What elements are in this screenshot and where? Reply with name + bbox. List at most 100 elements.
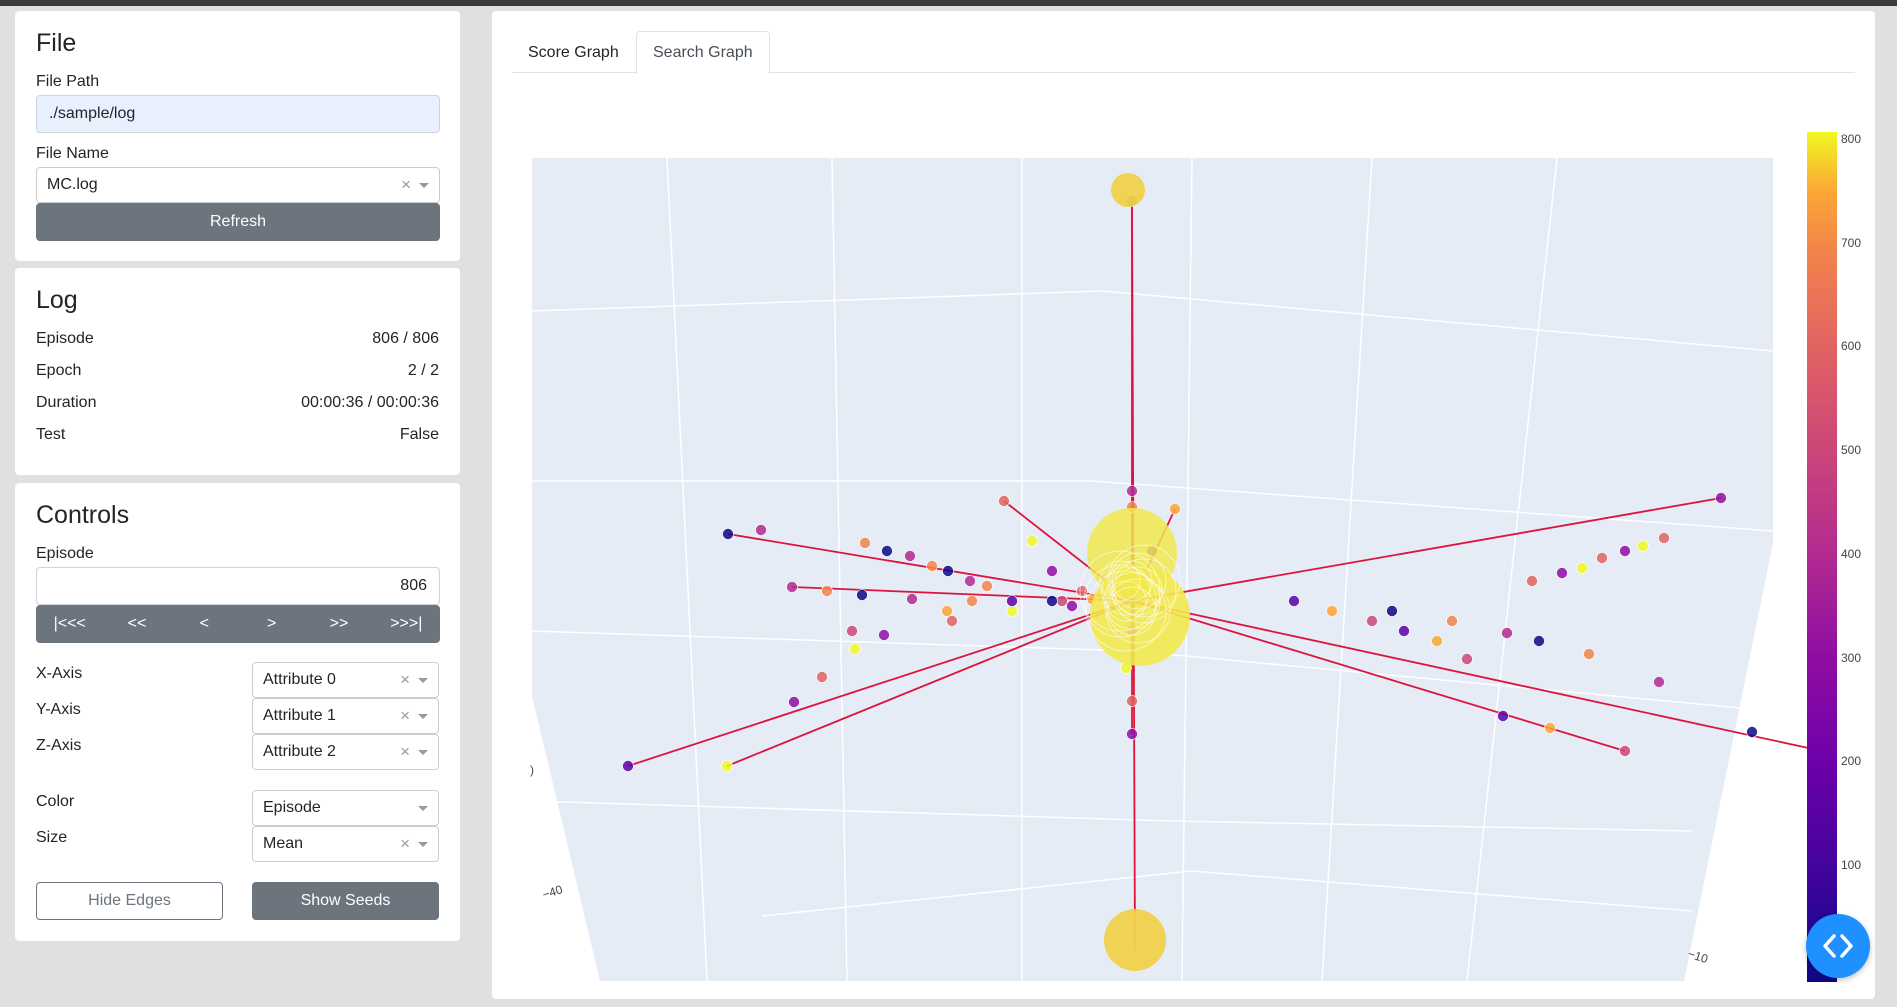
- graph-node: [904, 550, 916, 562]
- nav-forward-button[interactable]: >: [238, 605, 305, 643]
- graph-node: [1715, 492, 1727, 504]
- chevron-down-icon[interactable]: [418, 713, 428, 719]
- graph-node: [981, 580, 993, 592]
- nav-first-button[interactable]: |<<<: [36, 605, 103, 643]
- y-axis-label: Y-Axis: [36, 701, 81, 718]
- graph-node: [1431, 635, 1443, 647]
- graph-node: [1446, 615, 1458, 627]
- chevron-down-icon[interactable]: [418, 677, 428, 683]
- x-axis-select[interactable]: Attribute 0 ×: [252, 662, 439, 698]
- colorbar-tick: 200: [1841, 754, 1861, 768]
- graph-node: [1637, 540, 1649, 552]
- graph-node: [1533, 635, 1545, 647]
- graph-node: [722, 528, 734, 540]
- chevron-down-icon[interactable]: [418, 749, 428, 755]
- chevron-down-icon[interactable]: [419, 182, 429, 188]
- colorbar-tick: 500: [1841, 443, 1861, 457]
- size-select[interactable]: Mean ×: [252, 826, 439, 862]
- chevron-down-icon[interactable]: [418, 841, 428, 847]
- colorbar-tick: 600: [1841, 339, 1861, 353]
- episode-label: Episode: [36, 545, 94, 562]
- color-select[interactable]: Episode: [252, 790, 439, 826]
- file-name-select[interactable]: MC.log ×: [36, 167, 440, 203]
- code-arrows-icon[interactable]: [1806, 914, 1870, 978]
- graph-node: [1056, 595, 1068, 607]
- graph-node: [966, 595, 978, 607]
- y-axis-select[interactable]: Attribute 1 ×: [252, 698, 439, 734]
- graph-node: [1746, 726, 1758, 738]
- graph-node: [941, 605, 953, 617]
- x-axis-label: X-Axis: [36, 665, 83, 682]
- graph-node: [1619, 545, 1631, 557]
- colorbar-tick: 800: [1841, 132, 1861, 146]
- graph-node: [1398, 625, 1410, 637]
- graph-node: [878, 629, 890, 641]
- graph-node: [1619, 745, 1631, 757]
- graph-card: Score Graph Search Graph −40 −10 ) 800 7…: [492, 11, 1875, 999]
- log-card-title: Log: [36, 286, 78, 314]
- file-card-title: File: [36, 29, 77, 57]
- colorbar-ticks: 800 700 600 500 400 300 200 100: [1841, 132, 1861, 872]
- top-bar: [0, 0, 1897, 6]
- nav-last-button[interactable]: >>>|: [373, 605, 440, 643]
- graph-node: [998, 495, 1010, 507]
- z-axis-select[interactable]: Attribute 2 ×: [252, 734, 439, 770]
- graph-node: [1006, 595, 1018, 607]
- hide-edges-button[interactable]: Hide Edges: [36, 882, 223, 920]
- graph-node: [1026, 535, 1038, 547]
- graph-node: [1326, 605, 1338, 617]
- graph-node: [1366, 615, 1378, 627]
- clear-icon[interactable]: ×: [400, 742, 410, 762]
- graph-node: [1497, 710, 1509, 722]
- clear-icon[interactable]: ×: [400, 706, 410, 726]
- graph-node: [788, 696, 800, 708]
- clear-icon[interactable]: ×: [401, 175, 411, 195]
- nav-fast-back-button[interactable]: <<: [103, 605, 170, 643]
- graph-node: [859, 537, 871, 549]
- graph-node: [906, 593, 918, 605]
- episode-nav-group: |<<< << < > >> >>>|: [36, 605, 440, 643]
- graph-node: [622, 760, 634, 772]
- graph-node: [1596, 552, 1608, 564]
- file-card: File File Path ./sample/log File Name MC…: [15, 11, 460, 261]
- graph-node: [1076, 585, 1088, 597]
- log-row-test: Test False: [36, 426, 439, 443]
- clear-icon[interactable]: ×: [400, 834, 410, 854]
- graph-node: [946, 615, 958, 627]
- bottom-seed-node: [1104, 909, 1166, 971]
- graph-node: [1461, 653, 1473, 665]
- nav-fast-forward-button[interactable]: >>: [305, 605, 372, 643]
- graph-node: [1556, 567, 1568, 579]
- colorbar-tick: 300: [1841, 651, 1861, 665]
- graph-node: [1126, 695, 1138, 707]
- top-seed-node: [1111, 173, 1145, 207]
- axis-tick-label-right: −10: [1686, 947, 1710, 967]
- code-arrows-glyph: [1823, 934, 1853, 958]
- log-card: Log Episode 806 / 806 Epoch 2 / 2 Duration…: [15, 268, 460, 475]
- log-row-episode: Episode 806 / 806: [36, 330, 439, 347]
- log-row-epoch: Epoch 2 / 2: [36, 362, 439, 379]
- graph-node: [1046, 595, 1058, 607]
- refresh-button[interactable]: Refresh: [36, 203, 440, 241]
- graph-node: [1066, 600, 1078, 612]
- graph-node: [1386, 605, 1398, 617]
- search-graph-plot[interactable]: −40 −10 ) 800 700 600 500 400 300 200 10…: [492, 11, 1875, 999]
- graph-node: [755, 524, 767, 536]
- chevron-down-icon[interactable]: [418, 805, 428, 811]
- graph-node: [1046, 565, 1058, 577]
- axis-tick-label-left: −40: [541, 882, 565, 902]
- show-seeds-button[interactable]: Show Seeds: [252, 882, 439, 920]
- graph-node: [881, 545, 893, 557]
- graph-node: [1544, 722, 1556, 734]
- file-path-label: File Path: [36, 73, 100, 90]
- graph-node: [942, 565, 954, 577]
- graph-node: [849, 643, 861, 655]
- clear-icon[interactable]: ×: [400, 670, 410, 690]
- color-label: Color: [36, 793, 75, 810]
- colorbar-tick: 100: [1841, 858, 1861, 872]
- episode-input[interactable]: 806: [36, 567, 440, 605]
- nav-back-button[interactable]: <: [171, 605, 238, 643]
- size-label: Size: [36, 829, 68, 846]
- graph-node: [846, 625, 858, 637]
- file-path-input[interactable]: ./sample/log: [36, 95, 440, 133]
